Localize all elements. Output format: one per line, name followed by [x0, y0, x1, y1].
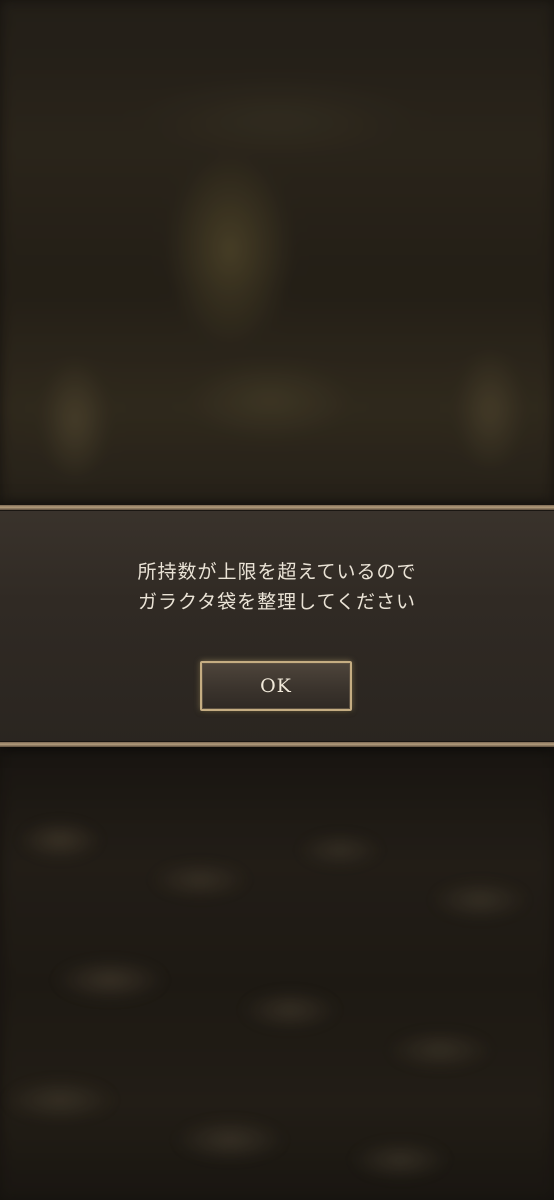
ok-button-label: OK	[260, 675, 292, 697]
dialog-message: 所持数が上限を超えているので ガラクタ袋を整理してください	[0, 557, 554, 617]
dialog-message-line-1: 所持数が上限を超えているので	[137, 561, 417, 583]
dialog-message-line-2: ガラクタ袋を整理してください	[137, 591, 417, 613]
dialog-bottom-border	[0, 742, 554, 747]
ok-button[interactable]: OK	[200, 661, 352, 711]
dialog-top-inner-line	[0, 510, 554, 511]
inventory-full-dialog: 所持数が上限を超えているので ガラクタ袋を整理してください OK	[0, 505, 554, 747]
game-screen: 所持数が上限を超えているので ガラクタ袋を整理してください OK	[0, 0, 554, 1200]
